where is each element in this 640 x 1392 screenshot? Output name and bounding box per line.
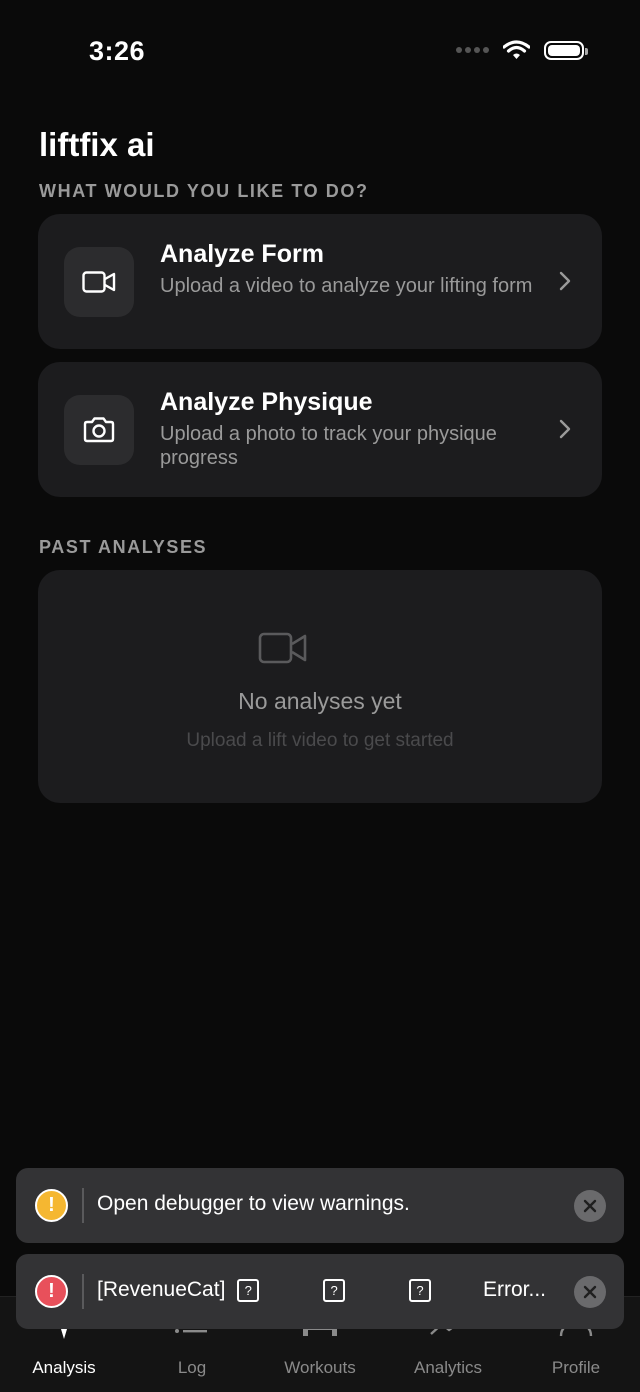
analyze-physique-card[interactable]: Analyze Physique Upload a photo to track… bbox=[38, 362, 602, 497]
status-icons bbox=[456, 40, 588, 60]
battery-icon bbox=[544, 40, 588, 60]
analyze-form-description: Upload a video to analyze your lifting f… bbox=[160, 275, 533, 297]
status-bar: 3:26 bbox=[0, 0, 640, 100]
error-toast[interactable]: ! [RevenueCat] ? ? ? Error... bbox=[16, 1254, 624, 1329]
warning-toast[interactable]: ! Open debugger to view warnings. bbox=[16, 1168, 624, 1243]
error-message-suffix: Error... bbox=[483, 1278, 547, 1301]
toast-divider bbox=[82, 1188, 84, 1223]
close-icon bbox=[583, 1285, 597, 1299]
video-camera-icon bbox=[82, 271, 116, 293]
video-camera-icon bbox=[258, 632, 307, 664]
tab-label: Workouts bbox=[284, 1358, 356, 1377]
warning-icon: ! bbox=[35, 1189, 68, 1222]
unknown-glyph-box: ? bbox=[237, 1278, 260, 1302]
dismiss-error-button[interactable] bbox=[574, 1276, 606, 1308]
tab-label: Analytics bbox=[413, 1358, 483, 1377]
camera-icon bbox=[83, 417, 115, 443]
dismiss-warning-button[interactable] bbox=[574, 1190, 606, 1222]
close-icon bbox=[583, 1199, 597, 1213]
chevron-right-icon bbox=[559, 271, 571, 291]
analyze-form-card[interactable]: Analyze Form Upload a video to analyze y… bbox=[38, 214, 602, 349]
wifi-icon bbox=[503, 40, 530, 59]
unknown-glyph-box: ? bbox=[323, 1278, 346, 1302]
chevron-right-icon bbox=[559, 419, 571, 439]
signal-icon bbox=[456, 47, 489, 53]
app-title: liftfix ai bbox=[39, 126, 155, 163]
tab-label: Analysis bbox=[32, 1358, 96, 1377]
past-analyses-empty-card bbox=[38, 570, 602, 803]
error-message-prefix: [RevenueCat] bbox=[97, 1278, 226, 1301]
unknown-glyph-box: ? bbox=[408, 1278, 431, 1302]
empty-state-title: No analyses yet bbox=[238, 688, 402, 714]
analyze-physique-title: Analyze Physique bbox=[160, 388, 373, 416]
analyze-physique-description: Upload a photo to track your physique pr… bbox=[160, 423, 497, 469]
analyze-form-title: Analyze Form bbox=[160, 240, 324, 268]
error-icon: ! bbox=[35, 1275, 68, 1308]
tab-label: Log bbox=[177, 1358, 207, 1377]
status-time: 3:26 bbox=[89, 36, 146, 66]
toast-divider bbox=[82, 1274, 84, 1309]
tab-label: Profile bbox=[551, 1358, 601, 1377]
action-icon-box bbox=[64, 395, 134, 465]
section-label-past: PAST ANALYSES bbox=[39, 537, 208, 557]
warning-message: Open debugger to view warnings. bbox=[97, 1192, 410, 1215]
action-icon-box bbox=[64, 247, 134, 317]
section-label-actions: WHAT WOULD YOU LIKE TO DO? bbox=[39, 181, 369, 201]
empty-state-subtitle: Upload a lift video to get started bbox=[186, 730, 454, 751]
error-message: [RevenueCat] ? ? ? Error... bbox=[97, 1278, 557, 1302]
